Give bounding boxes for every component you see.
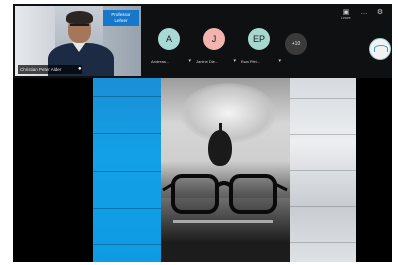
- wood-seam: [290, 134, 356, 135]
- participant-strip: Professor Lehrer Christian Peter Alder ●…: [13, 4, 392, 78]
- participant-name: Ewa Pitri...: [241, 59, 261, 64]
- logo-mark: [374, 45, 388, 52]
- meeting-window: Professor Lehrer Christian Peter Alder ●…: [13, 4, 392, 262]
- more-options-icon[interactable]: …: [359, 8, 369, 18]
- wood-seam: [93, 244, 161, 245]
- call-controls: ▣ … ⚙ Leave: [341, 6, 391, 20]
- blue-wood-panel: [93, 78, 161, 262]
- wood-seam: [290, 206, 356, 207]
- participant-tile[interactable]: A Andreas... ▾: [151, 28, 191, 68]
- participant-tile[interactable]: J Janine Die... ▾: [196, 28, 236, 68]
- wood-seam: [93, 96, 161, 97]
- avatar: J: [203, 28, 225, 50]
- settings-icon[interactable]: ⚙: [375, 8, 385, 18]
- presenter-glasses: [70, 24, 89, 31]
- wood-seam: [93, 208, 161, 209]
- wood-seam: [290, 170, 356, 171]
- self-video-tile[interactable]: Professor Lehrer Christian Peter Alder ●: [15, 6, 141, 76]
- title-badge-line2: Lehrer: [114, 17, 128, 23]
- participant-tile[interactable]: EP Ewa Pitri... ▾: [241, 28, 281, 68]
- organization-logo: [369, 38, 391, 60]
- wood-seam: [93, 133, 161, 134]
- mic-muted-icon: ▾: [188, 58, 191, 64]
- eyeglasses-graphic: [162, 174, 288, 214]
- mic-muted-icon: ▾: [233, 58, 236, 64]
- glasses-photo-panel: [161, 78, 290, 262]
- wood-seam: [290, 98, 356, 99]
- wood-seam: [93, 171, 161, 172]
- wood-seam: [290, 242, 356, 243]
- mic-icon: ●: [78, 66, 82, 72]
- title-badge: Professor Lehrer: [103, 10, 139, 26]
- table-reflection: [173, 220, 273, 223]
- participant-name: Andreas...: [151, 59, 170, 64]
- avatar: EP: [248, 28, 270, 50]
- avatar: A: [158, 28, 180, 50]
- participant-name: Janine Die...: [196, 59, 219, 64]
- self-name-label: Christian Peter Alder: [18, 65, 82, 74]
- leave-label[interactable]: Leave: [341, 16, 351, 20]
- shared-screen: [13, 78, 392, 262]
- white-wood-panel: [290, 78, 356, 262]
- presenter-hair: [66, 11, 93, 24]
- more-participants-button[interactable]: +10: [285, 33, 307, 55]
- mic-muted-icon: ▾: [278, 58, 281, 64]
